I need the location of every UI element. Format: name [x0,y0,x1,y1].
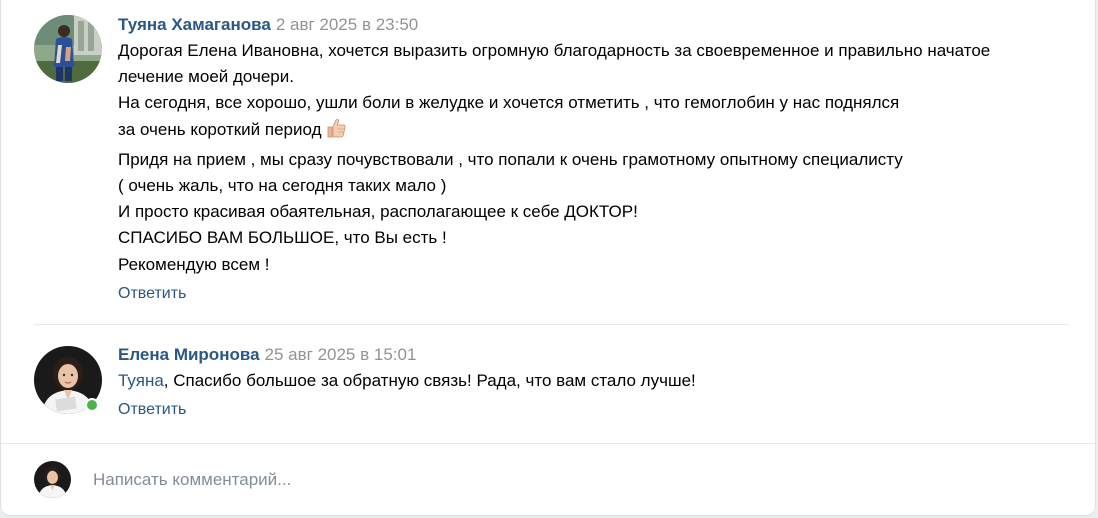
comment-item: Туяна Хамаганова 2 авг 2025 в 23:50 Дорог… [1,0,1097,325]
comment-text-line: ( очень жаль, что на сегодня таких мало … [118,176,447,196]
comment-text-line: Туяна, Спасибо большое за обратную связь… [118,368,1077,394]
online-status-indicator [85,398,99,412]
reply-button[interactable]: Ответить [118,282,186,306]
comment-input[interactable] [93,466,1053,494]
comment-date[interactable]: 2 авг 2025 в 23:50 [276,15,418,34]
current-user-avatar [34,461,71,498]
comment-composer [1,444,1097,516]
reply-button[interactable]: Ответить [118,398,186,422]
author-name[interactable]: Елена Миронова [118,345,260,364]
comment-text-line: за очень короткий период [118,117,1077,147]
author-name[interactable]: Туяна Хамаганова [118,15,271,34]
comment-text-segment: за очень короткий период [118,119,322,139]
comment-text-line: лечение моей дочери. [118,67,294,87]
comment-date[interactable]: 25 авг 2025 в 15:01 [265,345,417,364]
comment-text-line: Дорогая Елена Ивановна, хочется выразить… [118,41,991,60]
comment-content: Туяна Хамаганова 2 авг 2025 в 23:50 Дорог… [118,12,1077,306]
comment-text-line: СПАСИБО ВАМ БОЛЬШОЕ, что Вы есть ! [118,228,447,248]
mention-link[interactable]: Туяна [118,371,164,390]
thumbs-up-icon [325,117,347,147]
user-avatar[interactable] [34,15,102,83]
user-photo-avatar [34,15,102,83]
comment-header: Елена Миронова 25 авг 2025 в 15:01 [118,342,1077,368]
comment-text-line: На сегодня, все хорошо, ушли боли в желу… [118,93,900,113]
comments-card: Туяна Хамаганова 2 авг 2025 в 23:50 Дорог… [0,0,1096,516]
doctor-photo-avatar [34,461,71,498]
comment-text-line: Придя на прием , мы сразу почувствовали … [118,149,903,169]
comment-content: Елена Миронова 25 авг 2025 в 15:01 Туяна,… [118,342,1077,422]
comment-text-line: Рекомендую всем ! [118,254,270,274]
comment-text-segment: , Спасибо большое за обратную связь! Рад… [163,371,696,390]
comment-text-line: И просто красивая обаятельная, располага… [118,202,638,222]
comment-header: Туяна Хамаганова 2 авг 2025 в 23:50 [118,12,1077,38]
comment-item: Елена Миронова 25 авг 2025 в 15:01 Туяна,… [1,325,1097,443]
